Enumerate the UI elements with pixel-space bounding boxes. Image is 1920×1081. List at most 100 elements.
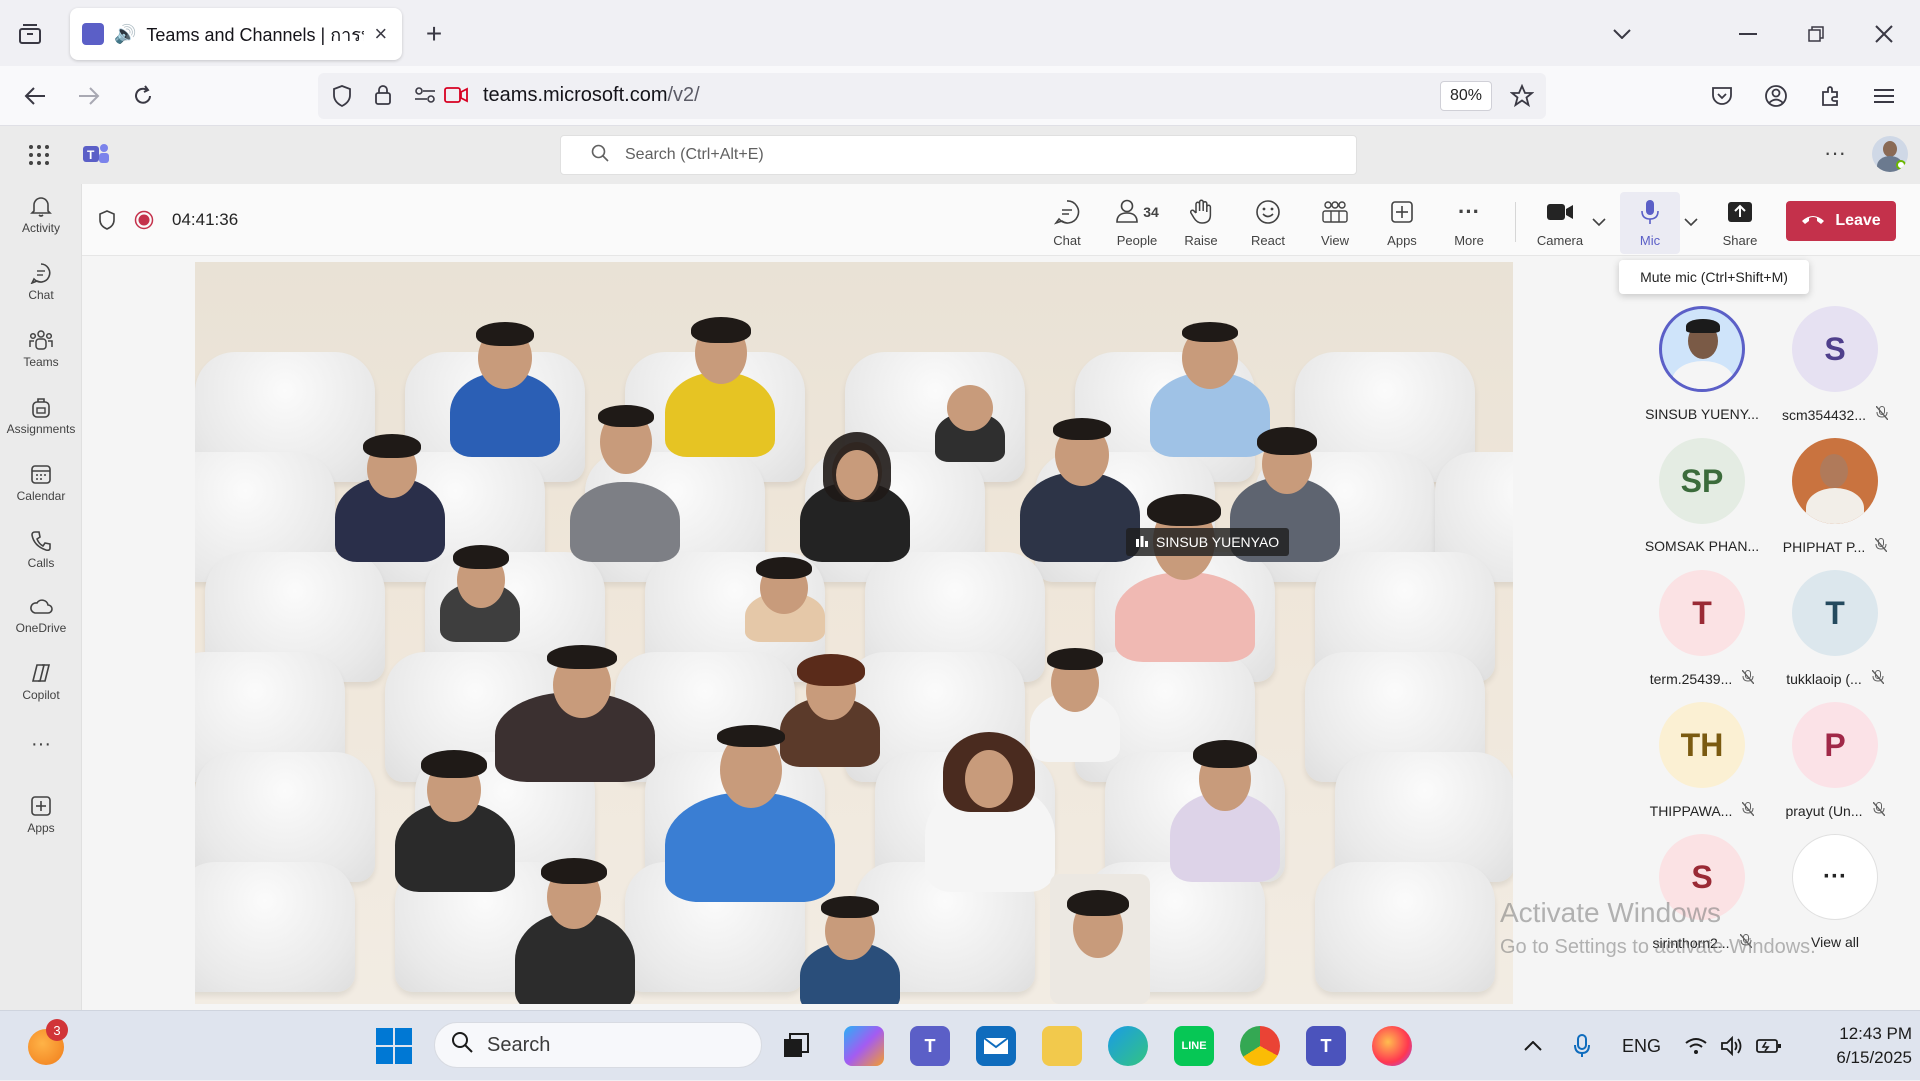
- people-button[interactable]: 34 People: [1104, 198, 1170, 248]
- reload-icon[interactable]: [126, 80, 160, 112]
- hamburger-menu-icon[interactable]: [1868, 80, 1900, 112]
- back-arrow-icon[interactable]: [18, 80, 52, 112]
- edge-browser-icon[interactable]: [1108, 1026, 1148, 1066]
- participant-name: PHIPHAT P...: [1782, 538, 1866, 555]
- url-text[interactable]: teams.microsoft.com/v2/: [483, 84, 700, 107]
- new-tab-icon[interactable]: +: [418, 18, 450, 50]
- participant-tile[interactable]: P prayut (Un...: [1770, 702, 1900, 822]
- rail-item-calls[interactable]: Calls: [0, 519, 82, 579]
- teams-header: T Search (Ctrl+Alt+E) ···: [0, 126, 1920, 184]
- taskbar-search-input[interactable]: Search: [434, 1022, 762, 1068]
- mic-button[interactable]: Mic: [1620, 192, 1680, 254]
- settings-more-icon[interactable]: ···: [1824, 140, 1846, 166]
- search-placeholder: Search (Ctrl+Alt+E): [625, 146, 764, 163]
- participant-avatar: [1792, 438, 1878, 524]
- extensions-puzzle-icon[interactable]: [1814, 80, 1846, 112]
- browser-tab-active[interactable]: 🔊 Teams and Channels | การป ×: [70, 8, 402, 60]
- apps-button[interactable]: Apps: [1372, 198, 1432, 248]
- participant-video: [756, 557, 812, 579]
- teams-search-input[interactable]: Search (Ctrl+Alt+E): [560, 135, 1357, 175]
- mic-options-chevron-icon[interactable]: [1684, 214, 1698, 232]
- participant-video: [665, 792, 835, 902]
- rail-label: Chat: [28, 287, 54, 302]
- rail-item-onedrive[interactable]: OneDrive: [0, 584, 82, 644]
- file-explorer-icon[interactable]: [1042, 1026, 1082, 1066]
- seat: [195, 862, 355, 992]
- raise-hand-button[interactable]: Raise: [1171, 198, 1231, 248]
- user-avatar[interactable]: [1872, 136, 1908, 172]
- more-button[interactable]: ··· More: [1439, 198, 1499, 248]
- zoom-level-badge[interactable]: 80%: [1440, 81, 1492, 111]
- lock-icon[interactable]: [374, 84, 392, 111]
- tray-overflow-chevron-icon[interactable]: [1524, 1011, 1542, 1081]
- line-app-icon[interactable]: LINE: [1174, 1026, 1214, 1066]
- view-button[interactable]: View: [1305, 198, 1365, 248]
- participant-tile[interactable]: S scm354432...: [1770, 306, 1900, 426]
- forward-arrow-icon[interactable]: [72, 80, 106, 112]
- bookmark-star-icon[interactable]: [1509, 83, 1535, 113]
- teams-logo-icon: T: [83, 142, 109, 171]
- participant-tile[interactable]: TH THIPPAWA...: [1637, 702, 1767, 822]
- tracking-shield-icon[interactable]: [332, 85, 352, 112]
- participant-avatar: SP: [1659, 438, 1745, 524]
- tab-overview-icon[interactable]: [14, 18, 46, 50]
- speaker-icon[interactable]: 🔊: [114, 24, 136, 45]
- minimize-window-icon[interactable]: [1730, 18, 1766, 50]
- participant-avatar: P: [1792, 702, 1878, 788]
- volume-icon[interactable]: [1720, 1011, 1744, 1081]
- participant-video: [547, 645, 617, 669]
- windows-start-icon[interactable]: [376, 1028, 412, 1069]
- participant-tile[interactable]: T tukklaoip (...: [1770, 570, 1900, 690]
- rail-item-calendar[interactable]: Calendar: [0, 452, 82, 512]
- chrome-browser-icon[interactable]: [1240, 1026, 1280, 1066]
- rail-label: Apps: [27, 820, 55, 835]
- meeting-shield-icon[interactable]: [98, 210, 116, 235]
- close-window-icon[interactable]: [1866, 18, 1902, 50]
- mail-app-icon[interactable]: [976, 1026, 1016, 1066]
- teams-app-icon[interactable]: T: [910, 1026, 950, 1066]
- tab-list-chevron-icon[interactable]: [1606, 18, 1638, 50]
- restore-window-icon[interactable]: [1798, 18, 1834, 50]
- input-language[interactable]: ENG: [1622, 1011, 1661, 1081]
- chat-button[interactable]: Chat: [1037, 198, 1097, 248]
- rail-item-chat[interactable]: Chat: [0, 251, 82, 311]
- app-launcher-waffle-icon[interactable]: [28, 144, 50, 171]
- rail-item-activity[interactable]: Activity: [0, 184, 82, 244]
- camera-options-chevron-icon[interactable]: [1592, 214, 1606, 232]
- camera-sharing-icon[interactable]: [444, 86, 468, 109]
- activate-windows-watermark: Activate Windows Go to Settings to activ…: [1500, 896, 1816, 964]
- permissions-icon[interactable]: [414, 86, 436, 109]
- share-button[interactable]: Share: [1710, 198, 1770, 248]
- camera-button[interactable]: Camera: [1528, 198, 1592, 248]
- tray-microphone-icon[interactable]: [1574, 1011, 1590, 1081]
- task-view-icon[interactable]: [776, 1026, 816, 1066]
- rail-item-copilot[interactable]: Copilot: [0, 651, 82, 711]
- copilot-app-icon[interactable]: [844, 1026, 884, 1066]
- rail-label: Activity: [21, 220, 60, 235]
- rail-item-apps[interactable]: Apps: [0, 784, 82, 844]
- account-icon[interactable]: [1760, 80, 1792, 112]
- firefox-browser-icon[interactable]: [1372, 1026, 1412, 1066]
- meeting-timer: 04:41:36: [172, 210, 239, 229]
- participant-tile[interactable]: SINSUB YUENY...: [1637, 306, 1767, 426]
- leave-button[interactable]: Leave: [1786, 201, 1896, 241]
- rail-item-assignments[interactable]: Assignments: [0, 385, 82, 445]
- wifi-icon[interactable]: [1684, 1011, 1708, 1081]
- rail-item-teams[interactable]: Teams: [0, 318, 82, 378]
- teams-classic-app-icon[interactable]: T: [1306, 1026, 1346, 1066]
- together-mode-video-stage[interactable]: SINSUB YUENYAO: [195, 262, 1513, 1004]
- participant-video: [821, 896, 879, 918]
- battery-icon[interactable]: [1756, 1011, 1782, 1081]
- participant-video: [476, 322, 534, 346]
- chat-bubble-icon: [1054, 198, 1080, 226]
- system-clock[interactable]: 12:43 PM 6/15/2025: [1800, 1022, 1912, 1070]
- address-bar[interactable]: teams.microsoft.com/v2/ 80%: [318, 73, 1546, 119]
- pocket-icon[interactable]: [1706, 80, 1738, 112]
- participant-tile[interactable]: T term.25439...: [1637, 570, 1767, 690]
- participant-tile[interactable]: SP SOMSAK PHAN...: [1637, 438, 1767, 558]
- participant-name: tukklaoip (...: [1786, 670, 1862, 687]
- tab-close-icon[interactable]: ×: [374, 21, 387, 47]
- rail-more-apps-icon[interactable]: ···: [0, 724, 82, 764]
- participant-tile[interactable]: PHIPHAT P...: [1770, 438, 1900, 558]
- react-button[interactable]: React: [1238, 198, 1298, 248]
